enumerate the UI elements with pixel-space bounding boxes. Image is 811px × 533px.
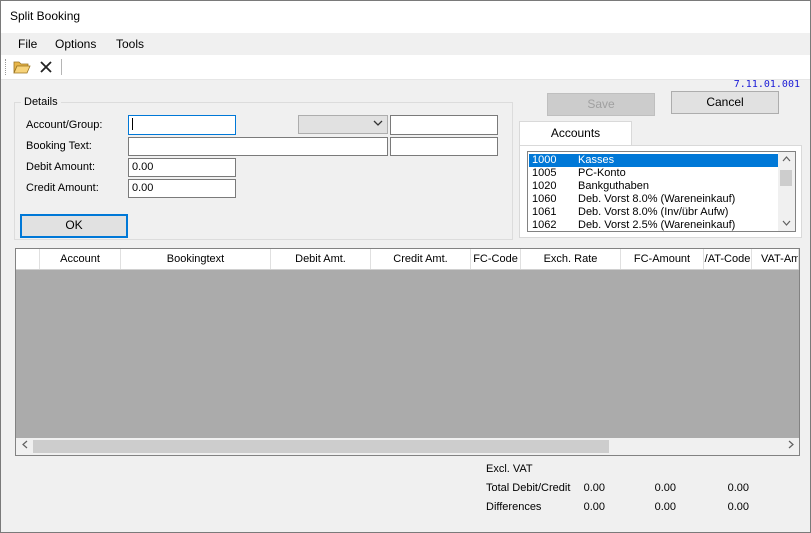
account-code: 1020 [532, 180, 557, 192]
total-credit-value: 0.00 [654, 482, 676, 494]
folder-open-icon[interactable] [12, 57, 32, 77]
list-item-1062[interactable]: 1062 Deb. Vorst 2.5% (Wareneinkauf) [529, 219, 778, 231]
total-vat-value: 0.00 [727, 482, 749, 494]
booking-grid[interactable]: Account Bookingtext Debit Amt. Credit Am… [15, 248, 800, 456]
toolbar-separator [61, 59, 62, 75]
difference-vat-value: 0.00 [727, 501, 749, 513]
x-icon[interactable] [36, 57, 56, 77]
list-item-1020[interactable]: 1020 Bankguthaben [529, 180, 778, 193]
details-legend: Details [21, 96, 61, 108]
chevron-down-icon[interactable] [778, 216, 795, 231]
cancel-button[interactable]: Cancel [671, 91, 779, 114]
account-name: Kasses [578, 154, 615, 166]
booking-text-extra-field[interactable] [390, 137, 498, 156]
debit-amount-label: Debit Amount: [26, 161, 96, 173]
col-header-debit-amt[interactable]: Debit Amt. [271, 249, 371, 269]
account-name: Deb. Vorst 8.0% (Inv/übr Aufw) [578, 206, 729, 218]
col-header-selector[interactable] [16, 249, 40, 269]
list-item-1005[interactable]: 1005 PC-Konto [529, 167, 778, 180]
list-item-1061[interactable]: 1061 Deb. Vorst 8.0% (Inv/übr Aufw) [529, 206, 778, 219]
booking-text-input[interactable] [128, 137, 388, 156]
debit-amount-input[interactable]: 0.00 [128, 158, 236, 177]
account-name: Deb. Vorst 2.5% (Wareneinkauf) [578, 219, 736, 231]
menu-file[interactable]: File [18, 37, 37, 51]
title-bar: Split Booking [1, 1, 810, 33]
debit-amount-value: 0.00 [132, 161, 154, 173]
account-name: Deb. Vorst 8.0% (Wareneinkauf) [578, 193, 736, 205]
toolbar [1, 55, 810, 80]
chevron-right-icon[interactable] [782, 438, 799, 455]
tab-accounts[interactable]: Accounts [519, 121, 632, 146]
scroll-thumb[interactable] [780, 170, 792, 186]
credit-amount-input[interactable]: 0.00 [128, 179, 236, 198]
difference-debit-value: 0.00 [583, 501, 605, 513]
account-type-dropdown[interactable] [298, 115, 388, 134]
excl-vat-label: Excl. VAT [486, 463, 533, 475]
account-code: 1000 [532, 154, 557, 166]
text-caret [132, 118, 133, 130]
account-group-input[interactable] [128, 115, 236, 135]
col-header-account[interactable]: Account [40, 249, 121, 269]
col-header-fc-code[interactable]: FC-Code [471, 249, 521, 269]
account-description-field[interactable] [390, 115, 498, 135]
list-item-1060[interactable]: 1060 Deb. Vorst 8.0% (Wareneinkauf) [529, 193, 778, 206]
chevron-left-icon[interactable] [16, 438, 33, 455]
total-debit-credit-label: Total Debit/Credit [486, 482, 571, 494]
grid-header: Account Bookingtext Debit Amt. Credit Am… [16, 249, 799, 270]
list-item-1000[interactable]: 1000 Kasses [529, 154, 778, 167]
differences-label: Differences [486, 501, 542, 513]
window-title: Split Booking [10, 9, 81, 23]
total-debit-value: 0.00 [583, 482, 605, 494]
account-code: 1062 [532, 219, 557, 231]
col-header-credit-amt[interactable]: Credit Amt. [371, 249, 471, 269]
col-header-bookingtext[interactable]: Bookingtext [121, 249, 271, 269]
col-header-exch-rate[interactable]: Exch. Rate [521, 249, 621, 269]
account-code: 1061 [532, 206, 557, 218]
save-button[interactable]: Save [547, 93, 655, 116]
account-name: PC-Konto [578, 167, 626, 179]
accounts-list[interactable]: 1000 Kasses 1005 PC-Konto 1020 Bankgutha… [527, 151, 796, 232]
split-booking-window: Split Booking File Options Tools 7.11.01… [0, 0, 811, 533]
chevron-up-icon[interactable] [778, 152, 795, 167]
ok-button[interactable]: OK [20, 214, 128, 238]
grid-horizontal-scrollbar[interactable] [16, 438, 799, 455]
col-header-vat-code[interactable]: /AT-Code [704, 249, 752, 269]
credit-amount-value: 0.00 [132, 182, 154, 194]
menu-options[interactable]: Options [55, 37, 96, 51]
chevron-down-icon [373, 119, 383, 129]
version-label: 7.11.01.001 [733, 79, 800, 90]
toolbar-grip [5, 59, 8, 75]
col-header-fc-amount[interactable]: FC-Amount [621, 249, 704, 269]
account-code: 1005 [532, 167, 557, 179]
account-name: Bankguthaben [578, 180, 649, 192]
booking-text-label: Booking Text: [26, 140, 92, 152]
account-code: 1060 [532, 193, 557, 205]
menu-tools[interactable]: Tools [116, 37, 144, 51]
account-group-label: Account/Group: [26, 119, 103, 131]
scroll-thumb[interactable] [33, 440, 609, 453]
accounts-vertical-scrollbar[interactable] [778, 152, 795, 231]
credit-amount-label: Credit Amount: [26, 182, 99, 194]
col-header-vat-amount[interactable]: VAT-Am [752, 249, 799, 269]
menu-bar: File Options Tools [1, 33, 810, 55]
difference-credit-value: 0.00 [654, 501, 676, 513]
